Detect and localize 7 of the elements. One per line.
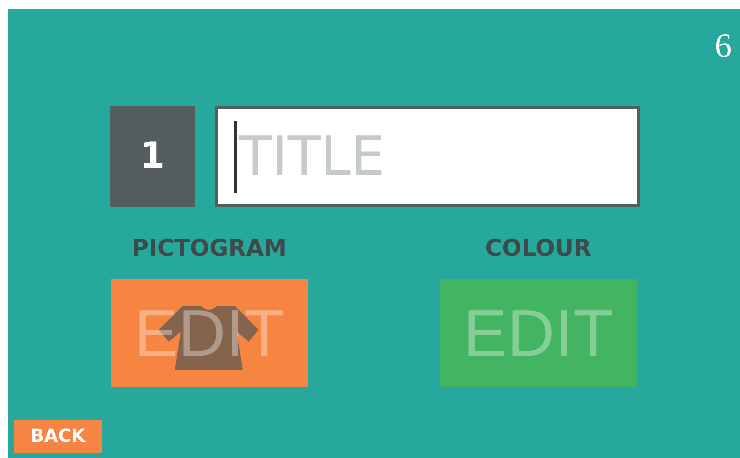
title-field[interactable]: TITLE	[215, 106, 640, 207]
section-label: PICTOGRAM	[132, 235, 287, 263]
section-label: COLOUR	[485, 235, 592, 263]
back-button[interactable]: BACK	[14, 420, 102, 453]
edit-button[interactable]: EDIT	[440, 279, 637, 387]
page-number: 6	[715, 27, 732, 67]
item-number: 1	[110, 106, 195, 207]
